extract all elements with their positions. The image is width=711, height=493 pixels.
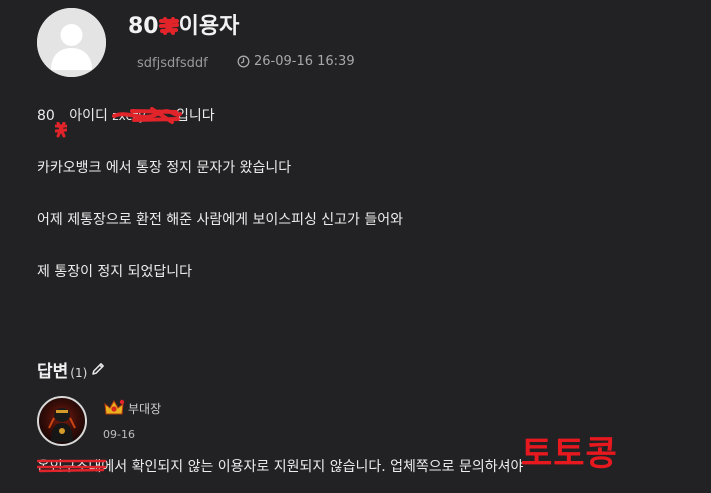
reply-text-prefix: 온인구조대	[37, 459, 102, 475]
post-date: 26-09-16 16:39	[237, 54, 355, 69]
body-line-1: 80 아이디 zxczy 입니다	[37, 106, 677, 138]
body-line-1-id: zxczy	[112, 109, 146, 123]
title-suffix: 이용자	[178, 14, 240, 39]
answers-count: (1)	[70, 366, 88, 380]
clock-icon	[237, 55, 250, 68]
post-page: 80 이용자 sdfjsdfsddf 26-09-16 16:39 80 아이디 …	[0, 0, 711, 493]
watermark-logo: 토토콩	[521, 434, 618, 474]
redacted-id: zxczy	[112, 106, 183, 126]
author-avatar[interactable]	[37, 8, 106, 77]
reply-avatar[interactable]	[37, 396, 87, 446]
default-user-icon	[37, 8, 106, 77]
redaction-mark	[158, 16, 179, 35]
reply-text-body: 에서 확인되지 않는 이용자로 지원되지 않습니다. 업체쪽으로 문의하셔야	[101, 459, 524, 475]
redacted-site-name: 온인구조대	[37, 456, 107, 476]
answers-title: 답변	[37, 362, 69, 382]
post-title: 80 이용자	[128, 8, 239, 40]
pencil-icon[interactable]	[90, 361, 106, 377]
body-line-1-prefix: 80	[37, 108, 55, 124]
title-prefix: 80	[128, 14, 159, 39]
author-name[interactable]: sdfjsdfsddf	[137, 56, 208, 71]
reply-rank: 부대장	[103, 399, 161, 417]
body-line-1-label: 아이디	[69, 108, 108, 124]
body-line-4: 제 통장이 정지 되었답니다	[37, 264, 193, 280]
post-body: 80 아이디 zxczy 입니다 카카오뱅크 에서 통장 정지 문자가 왔습니다…	[37, 106, 677, 314]
rank-label: 부대장	[128, 401, 162, 416]
reply-date: 09-16	[103, 428, 135, 441]
body-line-3: 어제 제통장으로 환전 해준 사람에게 보이스피싱 신고가 들어와	[37, 212, 404, 228]
body-line-2: 카카오뱅크 에서 통장 정지 문자가 왔습니다	[37, 160, 292, 176]
answers-header: 답변 (1)	[37, 357, 106, 382]
rank-badge-icon	[104, 399, 125, 415]
post-date-text: 26-09-16 16:39	[254, 54, 355, 69]
firefighter-avatar-icon	[48, 408, 76, 442]
reply-text: 온인구조대 에서 확인되지 않는 이용자로 지원되지 않습니다. 업체쪽으로 문…	[37, 456, 523, 476]
body-line-1-suffix: 입니다	[176, 108, 215, 124]
